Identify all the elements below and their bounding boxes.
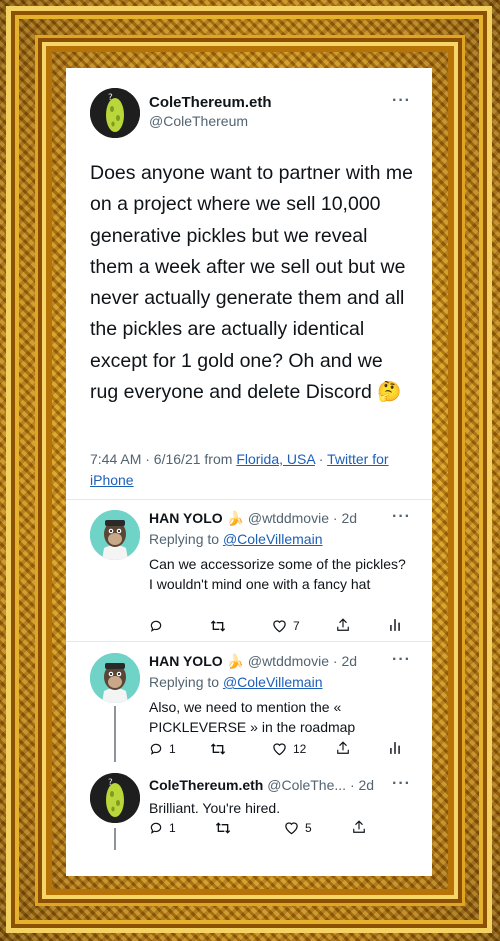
like-action[interactable]: 7 xyxy=(272,619,300,633)
reply-text: Can we accessorize some of the pickles? … xyxy=(149,556,406,592)
svg-text:?: ? xyxy=(108,778,113,788)
replying-label: Replying to xyxy=(149,674,220,690)
share-icon xyxy=(337,741,349,754)
meta-separator: · xyxy=(318,451,324,467)
tweet-screenshot: ? ColeThereum.eth @ColeThereum ··· Does … xyxy=(66,68,432,876)
avatar[interactable] xyxy=(90,653,140,703)
banana-emoji: 🍌 xyxy=(226,510,244,526)
like-count: 7 xyxy=(293,619,300,633)
share-action[interactable] xyxy=(336,617,350,633)
replying-to-link[interactable]: @ColeVillemain xyxy=(223,531,323,547)
like-icon xyxy=(285,822,298,835)
reply-icon xyxy=(150,620,162,632)
like-icon xyxy=(273,743,286,756)
reply-author-handle[interactable]: @wtddmovie xyxy=(248,510,329,526)
reply-action[interactable] xyxy=(149,619,169,633)
reply-count: 1 xyxy=(169,742,176,756)
divider xyxy=(66,499,432,500)
reply-text: Also, we need to mention the « PICKLEVER… xyxy=(149,699,356,735)
replying-to: Replying to @ColeVillemain xyxy=(149,531,323,547)
reply-author-name[interactable]: ColeThereum.eth xyxy=(149,777,263,793)
from-label: from xyxy=(204,451,233,467)
share-icon xyxy=(353,820,365,833)
analytics-action[interactable] xyxy=(389,741,401,755)
banana-emoji: 🍌 xyxy=(226,653,244,669)
reply-author-name[interactable]: HAN YOLO xyxy=(149,510,223,526)
share-action[interactable] xyxy=(352,819,366,835)
retweet-action[interactable] xyxy=(210,619,232,633)
like-action[interactable]: 12 xyxy=(272,742,306,756)
reply-header: HAN YOLO 🍌 @wtddmovie · 2d xyxy=(149,510,357,527)
reply-count: 1 xyxy=(169,821,176,835)
retweet-icon xyxy=(210,743,226,755)
like-icon xyxy=(273,620,286,633)
reply-icon xyxy=(150,743,162,755)
retweet-action[interactable] xyxy=(210,742,232,756)
tweet-meta: 7:44 AM · 6/16/21 from Florida, USA · Tw… xyxy=(90,449,420,491)
reply-author-handle[interactable]: @wtddmovie xyxy=(248,653,329,669)
thinking-emoji: 🤔 xyxy=(377,381,402,404)
thread-line xyxy=(114,828,116,850)
reply-text: Brilliant. You're hired. xyxy=(149,800,281,816)
ape-avatar-image xyxy=(90,653,140,703)
reply-author-name[interactable]: HAN YOLO xyxy=(149,653,223,669)
replying-to: Replying to @ColeVillemain xyxy=(149,674,323,690)
avatar[interactable] xyxy=(90,510,140,560)
replying-to-link[interactable]: @ColeVillemain xyxy=(223,674,323,690)
tweet-body: Does anyone want to partner with me on a… xyxy=(90,162,414,404)
more-icon[interactable]: ··· xyxy=(392,775,411,793)
reply-author-handle[interactable]: @ColeThe... xyxy=(267,777,346,793)
reply-header: ColeThereum.eth @ColeThe... · 2d xyxy=(149,777,374,793)
author-handle[interactable]: @ColeThereum xyxy=(149,113,248,129)
retweet-icon xyxy=(210,620,226,632)
share-action[interactable] xyxy=(336,740,350,756)
tweet-timestamp[interactable]: 7:44 AM · 6/16/21 xyxy=(90,451,201,467)
ape-avatar-image xyxy=(90,510,140,560)
location-link[interactable]: Florida, USA xyxy=(236,451,315,467)
more-icon[interactable]: ··· xyxy=(392,92,411,110)
reply-action[interactable]: 1 xyxy=(149,821,176,835)
retweet-action[interactable] xyxy=(215,821,237,835)
retweet-icon xyxy=(215,822,231,834)
like-count: 12 xyxy=(293,742,307,756)
pickle-avatar-image: ? xyxy=(90,773,140,823)
svg-text:?: ? xyxy=(108,93,113,103)
reply-icon xyxy=(150,822,162,834)
pickle-avatar-image: ? xyxy=(90,88,140,138)
reply-age[interactable]: · 2d xyxy=(333,653,357,669)
avatar[interactable]: ? xyxy=(90,773,140,823)
like-action[interactable]: 5 xyxy=(284,821,312,835)
analytics-icon xyxy=(390,619,400,631)
tweet-text: Does anyone want to partner with me on a… xyxy=(90,158,416,408)
reply-age[interactable]: · 2d xyxy=(333,510,357,526)
author-name[interactable]: ColeThereum.eth xyxy=(149,94,272,111)
analytics-icon xyxy=(390,742,400,754)
reply-header: HAN YOLO 🍌 @wtddmovie · 2d xyxy=(149,653,357,670)
replying-label: Replying to xyxy=(149,531,220,547)
reply-action[interactable]: 1 xyxy=(149,742,176,756)
analytics-action[interactable] xyxy=(389,618,401,632)
more-icon[interactable]: ··· xyxy=(392,651,411,669)
divider xyxy=(66,641,432,642)
thread-line xyxy=(114,706,116,762)
more-icon[interactable]: ··· xyxy=(392,508,411,526)
reply-age[interactable]: · 2d xyxy=(350,777,374,793)
like-count: 5 xyxy=(305,821,312,835)
avatar[interactable]: ? xyxy=(90,88,140,138)
share-icon xyxy=(337,618,349,631)
